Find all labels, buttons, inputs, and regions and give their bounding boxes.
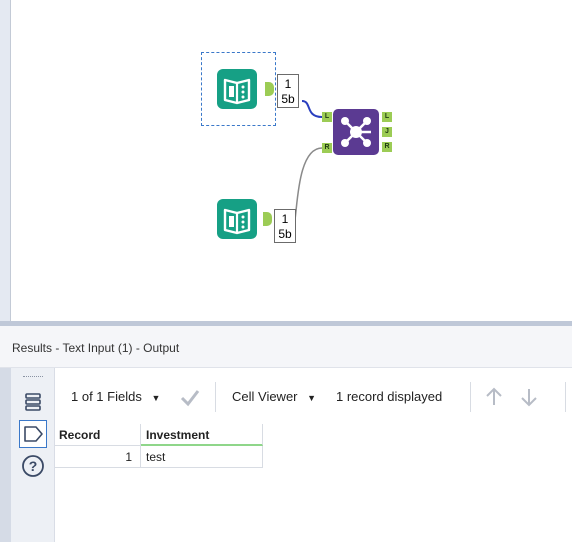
- results-panel: Results - Text Input (1) - Output ? 1 of…: [0, 326, 572, 542]
- connection-input2-to-join-right: [292, 147, 323, 227]
- workflow-canvas[interactable]: 1 5b 1 5b L R L J R: [0, 0, 572, 322]
- grip-handle[interactable]: [23, 376, 43, 381]
- book-icon: [217, 199, 257, 239]
- arrow-up-icon[interactable]: [484, 386, 504, 405]
- column-header-investment[interactable]: Investment: [141, 424, 263, 446]
- record-count-badge: 1 5b: [274, 209, 296, 243]
- join-output-left-port[interactable]: L: [382, 112, 392, 122]
- fields-selector-label: 1 of 1 Fields: [71, 389, 142, 404]
- chevron-down-icon: ▼: [151, 393, 161, 403]
- cell-viewer-label: Cell Viewer: [232, 389, 298, 404]
- cell-viewer-dropdown[interactable]: Cell Viewer ▼: [232, 388, 316, 406]
- records-status: 1 record displayed: [336, 389, 443, 404]
- record-count-badge: 1 5b: [277, 74, 299, 108]
- output-anchor[interactable]: [265, 82, 274, 96]
- results-left-border: [0, 368, 11, 542]
- toolbar-divider: [215, 382, 216, 412]
- connection-input1-to-join-left: [301, 100, 323, 118]
- results-view-bar: ?: [11, 368, 55, 542]
- badge-size: 5b: [278, 227, 292, 241]
- toolbar-divider: [470, 382, 471, 412]
- table-view-icon[interactable]: [19, 388, 47, 416]
- join-input-right-port[interactable]: R: [322, 143, 332, 153]
- column-header-record[interactable]: Record: [55, 424, 141, 446]
- svg-text:?: ?: [29, 458, 38, 474]
- join-input-left-port[interactable]: L: [322, 112, 332, 122]
- toolbar-divider: [565, 382, 566, 412]
- results-toolbar: 1 of 1 Fields ▼ Cell Viewer ▼ 1 record d…: [55, 368, 572, 424]
- badge-records: 1: [284, 77, 292, 91]
- join-output-right-port[interactable]: R: [382, 142, 392, 152]
- help-icon[interactable]: ?: [19, 452, 47, 480]
- badge-records: 1: [281, 212, 289, 226]
- results-title: Results - Text Input (1) - Output: [0, 326, 572, 368]
- cell-record[interactable]: 1: [55, 446, 141, 468]
- connections-layer: [292, 100, 323, 227]
- badge-size: 5b: [281, 92, 295, 106]
- join-icon: [333, 109, 379, 155]
- arrow-down-icon[interactable]: [519, 386, 539, 407]
- cell-investment[interactable]: test: [141, 446, 263, 468]
- output-anchor[interactable]: [263, 212, 272, 226]
- chevron-down-icon: ▼: [307, 393, 317, 403]
- book-icon: [217, 69, 257, 109]
- join-output-join-port[interactable]: J: [382, 127, 392, 137]
- fields-selector-dropdown[interactable]: 1 of 1 Fields ▼: [71, 388, 160, 406]
- metadata-view-icon[interactable]: [19, 420, 47, 448]
- checkmark-icon[interactable]: [179, 386, 201, 407]
